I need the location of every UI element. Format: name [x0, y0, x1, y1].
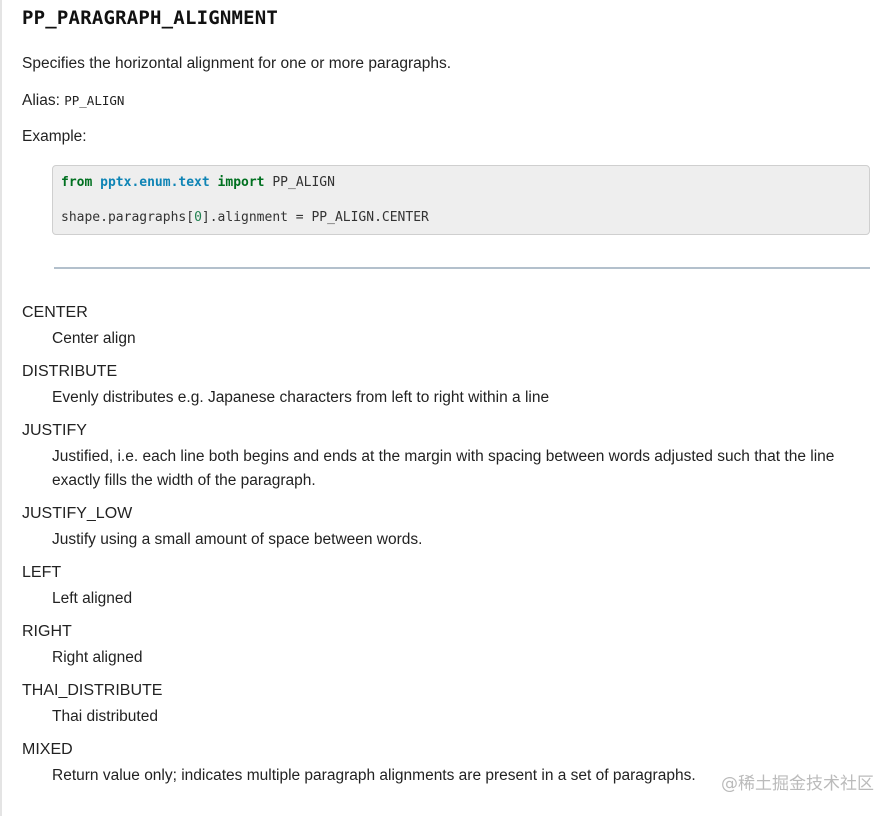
code-module: pptx.enum.text — [100, 175, 210, 190]
member-description: Center align — [52, 330, 136, 347]
member-name: THAI_DISTRIBUTE — [22, 682, 163, 699]
page-title: PP_PARAGRAPH_ALIGNMENT — [22, 7, 279, 29]
member-item-center: CENTER Center align — [22, 303, 872, 351]
watermark: @稀土掘金技术社区 — [721, 774, 874, 794]
left-border — [0, 0, 2, 816]
enum-description: Specifies the horizontal alignment for o… — [22, 55, 452, 72]
member-description: Thai distributed — [52, 708, 158, 725]
member-name: DISTRIBUTE — [22, 363, 118, 380]
code-assign-prefix: shape.paragraphs[ — [61, 210, 195, 225]
code-import-name: PP_ALIGN — [272, 175, 335, 190]
member-item-justify-low: JUSTIFY_LOW Justify using a small amount… — [22, 504, 872, 552]
member-item-distribute: DISTRIBUTE Evenly distributes e.g. Japan… — [22, 362, 872, 410]
member-item-thai-distribute: THAI_DISTRIBUTE Thai distributed — [22, 681, 872, 729]
section-divider — [54, 267, 870, 269]
alias-line: Alias: PP_ALIGN — [22, 92, 124, 110]
member-name: MIXED — [22, 741, 73, 758]
code-keyword-from: from — [61, 175, 93, 190]
example-label: Example: — [22, 128, 87, 145]
member-name: CENTER — [22, 304, 88, 321]
code-index: 0 — [194, 210, 202, 225]
code-example: from pptx.enum.text import PP_ALIGN shap… — [52, 165, 870, 235]
code-line-import: from pptx.enum.text import PP_ALIGN — [61, 175, 335, 190]
alias-value: PP_ALIGN — [64, 93, 125, 108]
member-item-left: LEFT Left aligned — [22, 563, 872, 611]
member-description: Justified, i.e. each line both begins an… — [52, 448, 835, 489]
member-description: Right aligned — [52, 649, 143, 666]
member-name: JUSTIFY — [22, 422, 87, 439]
member-item-right: RIGHT Right aligned — [22, 622, 872, 670]
code-assign-suffix: ].alignment = PP_ALIGN.CENTER — [201, 210, 429, 225]
member-item-justify: JUSTIFY Justified, i.e. each line both b… — [22, 421, 872, 493]
member-name: JUSTIFY_LOW — [22, 505, 133, 522]
member-description: Evenly distributes e.g. Japanese charact… — [52, 389, 550, 406]
alias-label: Alias: — [22, 92, 60, 109]
code-line-assignment: shape.paragraphs[0].alignment = PP_ALIGN… — [61, 210, 429, 225]
member-name: LEFT — [22, 564, 62, 581]
member-name: RIGHT — [22, 623, 72, 640]
member-description: Left aligned — [52, 590, 133, 607]
member-list: CENTER Center align DISTRIBUTE Evenly di… — [22, 303, 872, 799]
code-keyword-import: import — [217, 175, 265, 190]
member-description: Justify using a small amount of space be… — [52, 531, 423, 548]
